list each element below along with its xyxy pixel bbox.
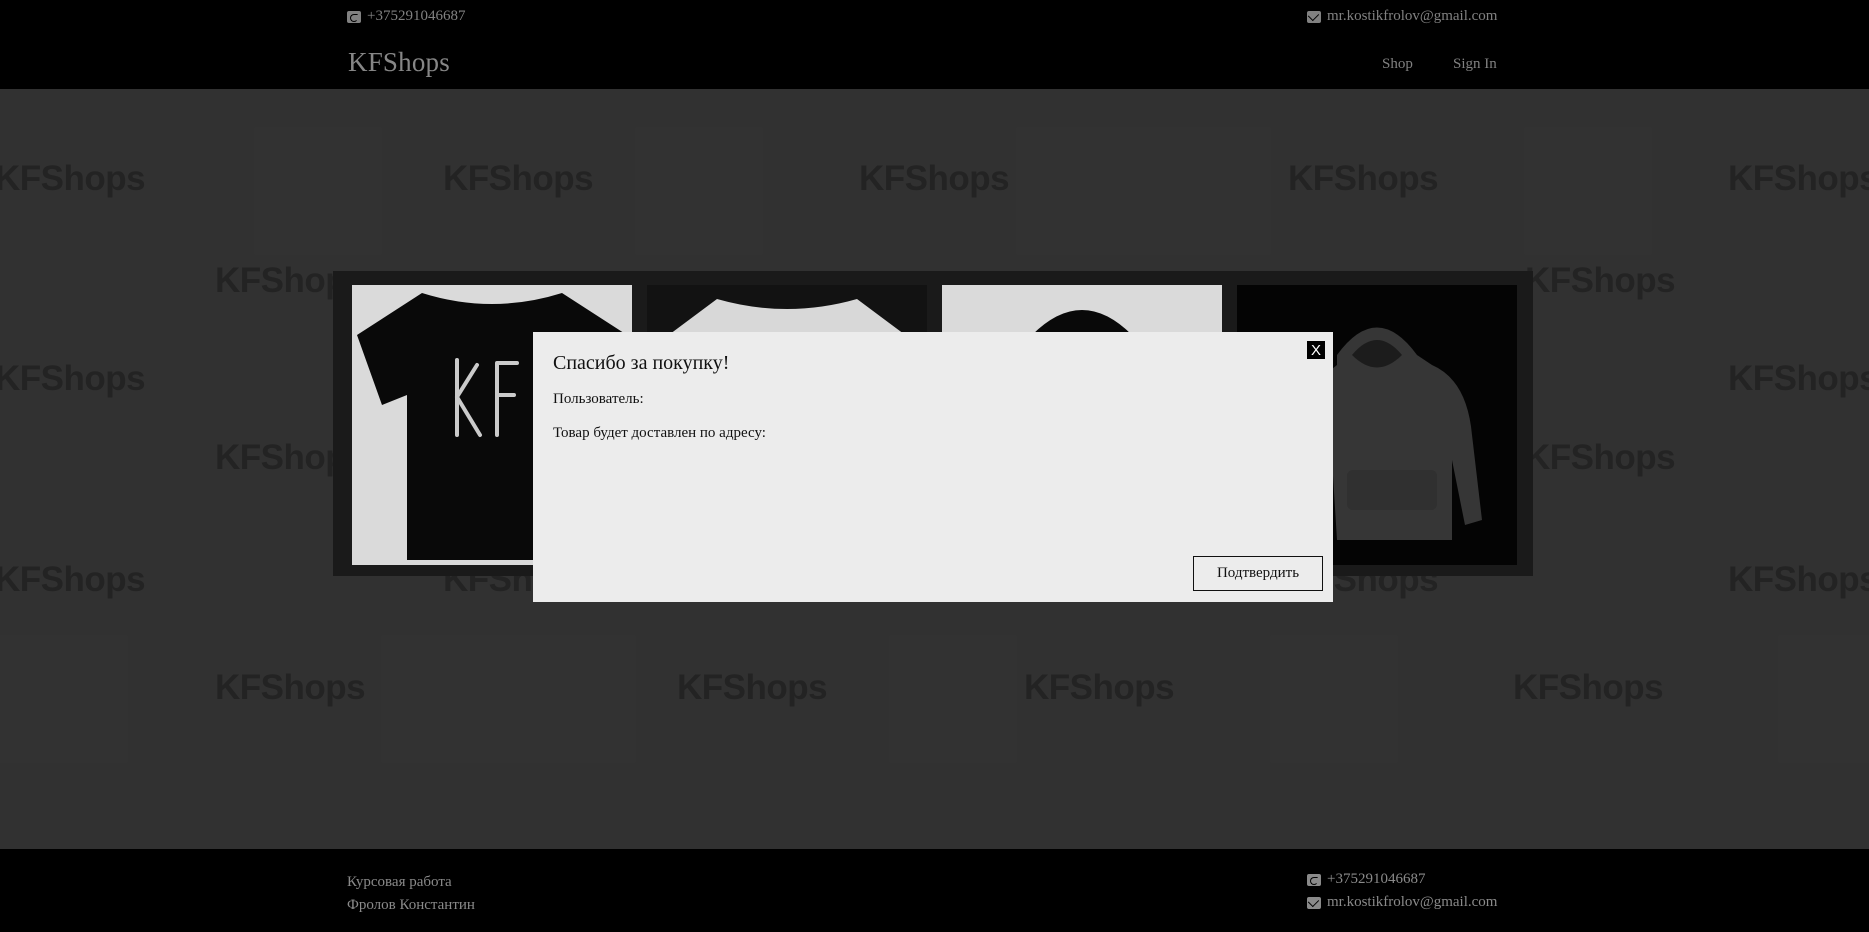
phone-icon: [1307, 873, 1321, 886]
page: +375291046687 mr.kostikfrolov@gmail.com …: [0, 0, 1869, 932]
purchase-confirmation-modal: X Спасибо за покупку! Пользователь: Това…: [533, 332, 1333, 602]
footer-email[interactable]: mr.kostikfrolov@gmail.com: [1307, 894, 1497, 911]
user-label: Пользователь:: [553, 391, 644, 407]
footer-email-text: mr.kostikfrolov@gmail.com: [1327, 894, 1498, 910]
footer-coursework: Курсовая работа: [347, 874, 452, 890]
modal-title: Спасибо за покупку!: [553, 352, 730, 374]
close-button[interactable]: X: [1307, 341, 1325, 359]
footer-author: Фролов Константин: [347, 897, 475, 913]
mail-icon: [1307, 896, 1321, 909]
footer: Курсовая работа Фролов Константин +37529…: [0, 849, 1869, 932]
delivery-address-label: Товар будет доставлен по адресу:: [553, 425, 766, 441]
footer-phone[interactable]: +375291046687: [1307, 871, 1425, 888]
confirm-button[interactable]: Подтвердить: [1193, 556, 1323, 591]
footer-phone-text: +375291046687: [1327, 871, 1426, 887]
